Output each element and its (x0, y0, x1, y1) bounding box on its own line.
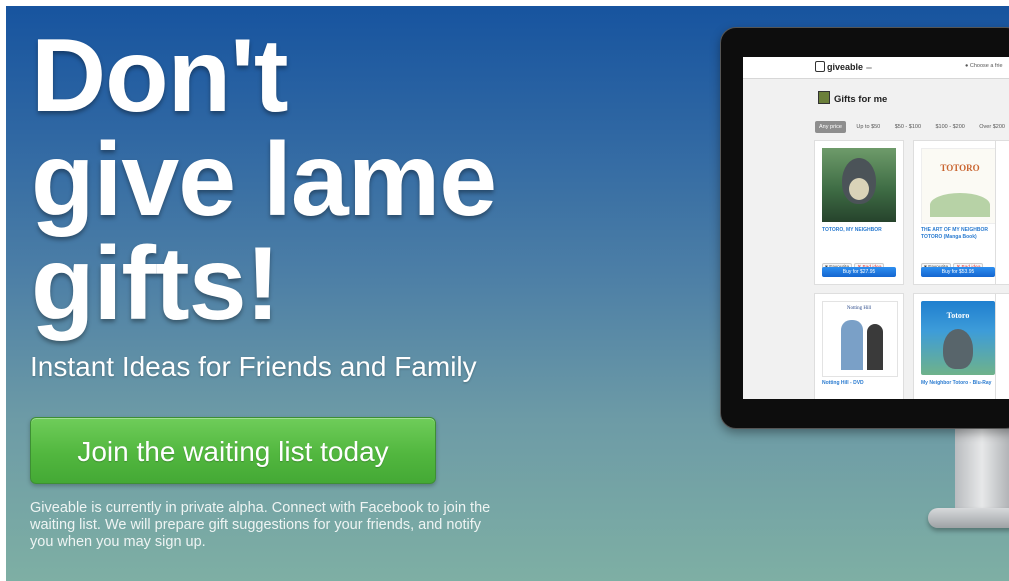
book-cover-art (930, 193, 990, 217)
totoro-belly (849, 178, 869, 200)
headline-line-3: gifts! (31, 226, 280, 342)
headline-line-2: give lame (31, 122, 497, 238)
book-cover-title: TOTORO (940, 163, 980, 173)
alpha-badge (866, 67, 873, 69)
product-title: THE ART OF MY NEIGHBOR TOTORO (Manga Boo… (921, 227, 988, 240)
app-logo-text: giveable (827, 62, 864, 72)
buy-button: Buy for $27.95 (822, 267, 896, 277)
product-image: TOTORO (921, 148, 997, 224)
product-image: Totoro (921, 301, 995, 375)
app-screenshot: giveable ● Choose a frie Gifts for me An… (743, 57, 1009, 399)
filter-up-to-50: Up to $50 (856, 124, 881, 130)
join-waiting-list-button[interactable]: Join the waiting list today (30, 417, 436, 484)
headline: Don't give lame gifts! (31, 18, 497, 342)
filter-over-200: Over $200 (979, 124, 1005, 130)
dvd-cover-art-2 (867, 324, 883, 370)
app-heading-text: Gifts for me (834, 94, 888, 105)
app-user-link: ● Choose a frie (965, 63, 1003, 69)
dvd-cover-art (841, 320, 863, 370)
product-card: Notting Hill Notting Hill - DVD (814, 293, 904, 399)
product-card: TOTORO THE ART OF MY NEIGHBOR TOTORO (Ma… (913, 140, 1003, 285)
gift-icon (818, 91, 830, 104)
product-title: My Neighbor Totoro - Blu-Ray (921, 380, 992, 386)
monitor-stand-base (928, 508, 1009, 528)
product-card-partial (995, 293, 1009, 399)
alpha-notice: Giveable is currently in private alpha. … (30, 500, 491, 550)
app-topbar: giveable ● Choose a frie (743, 57, 1009, 79)
product-title: TOTORO, MY NEIGHBOR (822, 227, 882, 233)
bluray-cover-title: Totoro (946, 311, 970, 320)
price-filters: Any price Up to $50 $50 - $100 $100 - $2… (815, 115, 1009, 133)
user-icon: ● (965, 63, 969, 69)
filter-any-price: Any price (815, 121, 846, 133)
product-image: Notting Hill (822, 301, 898, 377)
product-card: Totoro My Neighbor Totoro - Blu-Ray (913, 293, 1003, 399)
product-card-partial (995, 140, 1009, 285)
filter-50-100: $50 - $100 (894, 124, 922, 130)
product-title: Notting Hill - DVD (822, 380, 864, 386)
app-heading: Gifts for me (818, 91, 887, 105)
monitor-stand (955, 424, 1009, 516)
filter-100-200: $100 - $200 (935, 124, 965, 130)
dvd-cover-title: Notting Hill (846, 306, 872, 311)
buy-button: Buy for $53.95 (921, 267, 995, 277)
app-user-link-text: Choose a frie (969, 63, 1003, 69)
headline-line-1: Don't (31, 18, 289, 134)
gift-bag-icon (815, 61, 825, 72)
product-image (822, 148, 896, 222)
subtitle: Instant Ideas for Friends and Family (30, 351, 477, 382)
totoro-figure (943, 329, 973, 369)
product-card: TOTORO, MY NEIGHBOR ♥ Favourite✕ Bad ide… (814, 140, 904, 285)
app-logo: giveable (815, 61, 873, 72)
